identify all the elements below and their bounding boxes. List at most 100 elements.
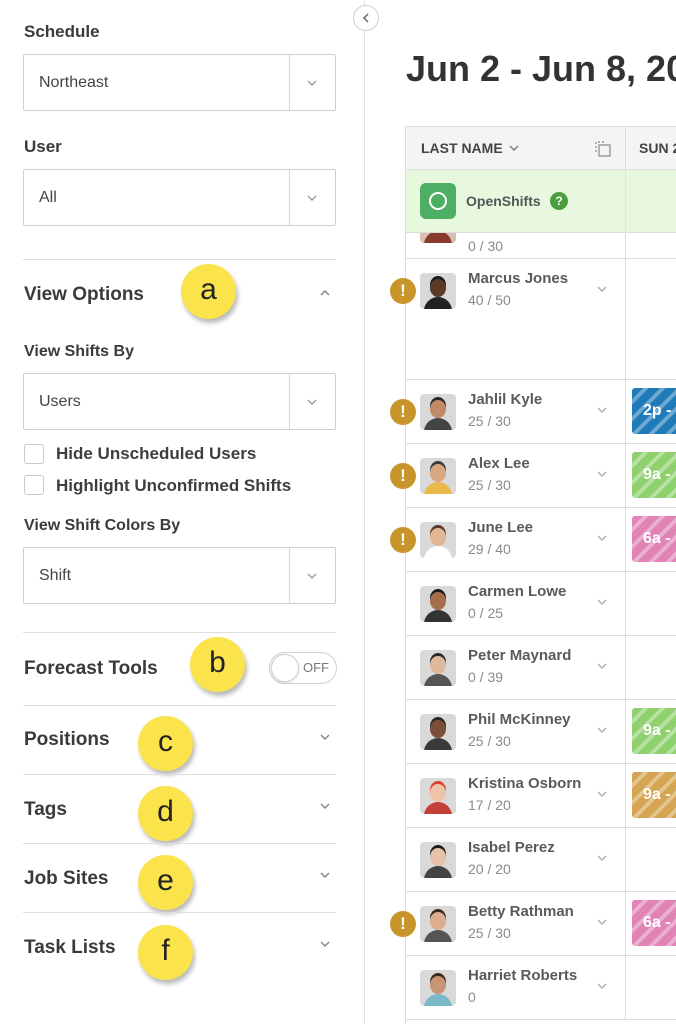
callout-badge-a: a <box>181 264 236 319</box>
chevron-down-icon[interactable] <box>596 661 608 671</box>
select-divider <box>289 170 290 225</box>
chevron-down-icon[interactable] <box>596 789 608 799</box>
avatar <box>420 458 456 494</box>
user-name: Betty Rathman <box>468 903 574 920</box>
filter-sidebar: Schedule Northeast User All View Options… <box>0 0 364 1024</box>
help-icon[interactable]: ? <box>550 192 568 210</box>
table-row[interactable]: June Lee 29 / 40 6a - <box>406 508 676 572</box>
table-row[interactable]: Isabel Perez 20 / 20 <box>406 828 676 892</box>
job-sites-section-title[interactable]: Job Sites <box>24 868 108 890</box>
shift-block[interactable]: 6a - <box>632 516 676 562</box>
avatar <box>420 522 456 558</box>
shift-block[interactable]: 9a - <box>632 452 676 498</box>
chevron-down-icon[interactable] <box>596 725 608 735</box>
user-hours: 25 / 30 <box>468 733 511 749</box>
task-lists-section-title[interactable]: Task Lists <box>24 937 116 959</box>
shift-block[interactable]: 9a - <box>632 772 676 818</box>
table-row[interactable]: Jahlil Kyle 25 / 30 2p - <box>406 380 676 444</box>
user-name: Jahlil Kyle <box>468 391 543 408</box>
user-hours: 25 / 30 <box>468 925 511 941</box>
warning-icon[interactable]: ! <box>390 278 416 304</box>
tags-section-title[interactable]: Tags <box>24 799 67 821</box>
table-row[interactable]: Harriet Roberts 0 <box>406 956 676 1020</box>
chevron-down-icon[interactable] <box>596 469 608 479</box>
warning-icon[interactable]: ! <box>390 527 416 553</box>
table-row[interactable]: Betty Rathman 25 / 30 6a - <box>406 892 676 956</box>
forecast-tools-title: Forecast Tools <box>24 658 158 679</box>
avatar <box>420 394 456 430</box>
column-divider <box>625 127 626 169</box>
shift-block[interactable]: 9a - <box>632 708 676 754</box>
callout-badge-d: d <box>138 786 193 841</box>
user-hours: 40 / 50 <box>468 292 511 308</box>
chevron-down-icon[interactable] <box>596 981 608 991</box>
copy-icon[interactable] <box>594 140 612 158</box>
view-shifts-by-label: View Shifts By <box>24 343 134 360</box>
chevron-down-icon <box>307 80 317 86</box>
user-name: Kristina Osborn <box>468 775 582 792</box>
section-divider <box>23 259 336 260</box>
warning-icon[interactable]: ! <box>390 911 416 937</box>
user-name: Phil McKinney <box>468 711 571 728</box>
chevron-down-icon[interactable] <box>596 597 608 607</box>
sort-chevron-icon[interactable] <box>508 143 520 153</box>
chevron-down-icon[interactable] <box>596 917 608 927</box>
user-hours: 0 / 25 <box>468 605 504 621</box>
toggle-state-label: OFF <box>303 660 329 675</box>
avatar <box>420 233 456 243</box>
hide-unscheduled-users-label[interactable]: Hide Unscheduled Users <box>56 444 256 464</box>
chevron-down-icon[interactable] <box>596 284 608 294</box>
shift-block[interactable]: 6a - <box>632 900 676 946</box>
view-shifts-by-select[interactable]: Users <box>23 373 336 430</box>
date-range-title: Jun 2 - Jun 8, 20 <box>406 48 676 89</box>
chevron-up-icon[interactable] <box>318 286 332 300</box>
user-hours: 20 / 20 <box>468 861 511 877</box>
chevron-down-icon[interactable] <box>596 853 608 863</box>
table-row[interactable]: Phil McKinney 25 / 30 9a - <box>406 700 676 764</box>
view-shift-colors-by-select[interactable]: Shift <box>23 547 336 604</box>
forecast-tools-toggle[interactable]: OFF <box>269 652 337 684</box>
callout-badge-e: e <box>138 855 193 910</box>
user-name: Marcus Jones <box>468 270 569 287</box>
user-hours: 0 / 39 <box>468 669 504 685</box>
section-divider <box>23 843 336 844</box>
view-shift-colors-by-label: View Shift Colors By <box>24 517 181 534</box>
select-divider <box>289 374 290 429</box>
positions-section-title[interactable]: Positions <box>24 729 110 751</box>
avatar <box>420 273 456 309</box>
highlight-unconfirmed-shifts-checkbox[interactable] <box>24 475 44 495</box>
chevron-down-icon[interactable] <box>318 937 332 951</box>
table-row[interactable]: Alex Lee 25 / 30 9a - <box>406 444 676 508</box>
select-divider <box>289 548 290 603</box>
sunday-column-header: SUN 2 <box>639 140 676 156</box>
chevron-down-icon[interactable] <box>596 533 608 543</box>
open-shifts-label: OpenShifts <box>466 193 541 209</box>
table-row[interactable]: Carmen Lowe 0 / 25 <box>406 572 676 636</box>
hide-unscheduled-users-checkbox[interactable] <box>24 444 44 464</box>
section-divider <box>23 705 336 706</box>
warning-icon[interactable]: ! <box>390 463 416 489</box>
warning-icon[interactable]: ! <box>390 399 416 425</box>
chevron-down-icon[interactable] <box>596 405 608 415</box>
user-select-value: All <box>39 189 57 206</box>
table-row[interactable]: Peter Maynard 0 / 39 <box>406 636 676 700</box>
schedule-grid: LAST NAME SUN 2 OpenShifts ? 0 / 30 Marc… <box>405 126 676 1024</box>
table-row[interactable]: Kristina Osborn 17 / 20 9a - <box>406 764 676 828</box>
user-hours: 17 / 20 <box>468 797 511 813</box>
user-name: June Lee <box>468 519 534 536</box>
schedule-select[interactable]: Northeast <box>23 54 336 111</box>
user-select[interactable]: All <box>23 169 336 226</box>
open-shifts-row[interactable]: OpenShifts ? <box>406 170 676 233</box>
highlight-unconfirmed-shifts-label[interactable]: Highlight Unconfirmed Shifts <box>56 476 291 496</box>
section-divider <box>23 912 336 913</box>
chevron-down-icon[interactable] <box>318 868 332 882</box>
chevron-down-icon[interactable] <box>318 730 332 744</box>
view-shifts-by-value: Users <box>39 393 81 410</box>
view-options-title[interactable]: View Options <box>24 284 144 306</box>
user-hours: 25 / 30 <box>468 413 511 429</box>
last-name-column-header[interactable]: LAST NAME <box>421 127 503 169</box>
shift-block[interactable]: 2p - <box>632 388 676 434</box>
user-name: Harriet Roberts <box>468 967 578 984</box>
chevron-down-icon[interactable] <box>318 799 332 813</box>
table-row[interactable]: Marcus Jones 40 / 50 <box>406 259 676 380</box>
